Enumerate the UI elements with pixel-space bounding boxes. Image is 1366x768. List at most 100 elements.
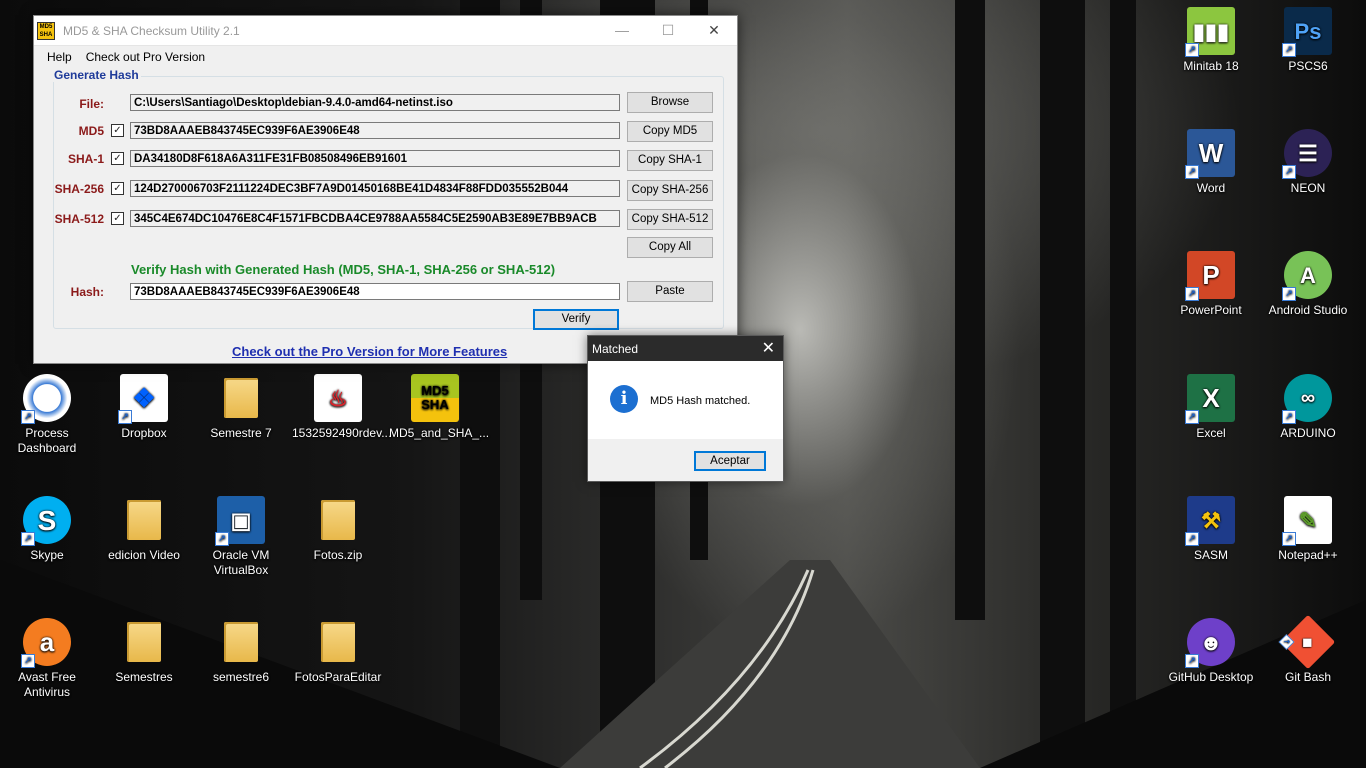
md5-hash-field[interactable]: 73BD8AAAEB843745EC939F6AE3906E48: [130, 122, 620, 139]
sha256-checkbox[interactable]: ✓: [111, 182, 124, 195]
desktop-icon-semestre6[interactable]: semestre6: [195, 618, 287, 685]
folder-icon: [314, 618, 362, 666]
desktop-icon-label: MD5_and_SHA_...: [389, 426, 490, 440]
desktop-icon-fotosparaeditar[interactable]: FotosParaEditar: [292, 618, 384, 685]
arduino-icon: ∞ ↗: [1282, 374, 1332, 424]
desktop-icon-label: Git Bash: [1284, 670, 1332, 684]
zip-folder-icon: [314, 496, 362, 544]
dropbox-icon: ❖ ↗: [118, 374, 168, 424]
desktop-icon-neon[interactable]: ☰ ↗ NEON: [1262, 129, 1354, 196]
dialog-title-bar[interactable]: Matched ✕: [588, 336, 783, 361]
android-studio-icon: A ↗: [1282, 251, 1332, 301]
desktop-icon-label: Minitab 18: [1183, 59, 1239, 73]
powerpoint-icon: P ↗: [1185, 251, 1235, 301]
desktop-icon-arduino[interactable]: ∞ ↗ ARDUINO: [1262, 374, 1354, 441]
process-dashboard-icon: ↗: [21, 374, 71, 424]
sha512-hash-field[interactable]: 345C4E674DC10476E8C4F1571FBCDBA4CE9788AA…: [130, 210, 620, 227]
desktop-icon-label: PSCS6: [1288, 59, 1328, 73]
menu-bar: Help Check out Pro Version: [34, 46, 737, 68]
desktop-icon-label: Semestres: [115, 670, 173, 684]
menu-help[interactable]: Help: [34, 50, 79, 64]
sha1-label: SHA-1: [67, 152, 104, 166]
md5-sha-checksum-window: MD5 SHA MD5 & SHA Checksum Utility 2.1 —…: [33, 15, 738, 364]
desktop-icon-label: Excel: [1196, 426, 1226, 440]
desktop-icon-dropbox[interactable]: ❖ ↗ Dropbox: [98, 374, 190, 441]
browse-button[interactable]: Browse: [627, 92, 713, 113]
copy-sha256-button[interactable]: Copy SHA-256: [627, 180, 713, 201]
desktop-icon-skype[interactable]: S ↗ Skype: [1, 496, 93, 563]
title-bar[interactable]: MD5 SHA MD5 & SHA Checksum Utility 2.1 —…: [34, 16, 737, 46]
aceptar-button[interactable]: Aceptar: [694, 451, 766, 471]
desktop-icon-fotos-zip[interactable]: Fotos.zip: [292, 496, 384, 563]
desktop-icon-label: semestre6: [212, 670, 270, 684]
folder-icon: [217, 374, 265, 422]
desktop-icon-avast[interactable]: a ↗ Avast Free Antivirus: [1, 618, 93, 700]
copy-sha512-button[interactable]: Copy SHA-512: [627, 209, 713, 230]
sasm-icon: ⚒ ↗: [1185, 496, 1235, 546]
desktop-icon-label: edicion Video: [108, 548, 180, 562]
md5-checkbox[interactable]: ✓: [111, 124, 124, 137]
desktop-icon-label: Fotos.zip: [313, 548, 363, 562]
word-icon: W ↗: [1185, 129, 1235, 179]
avast-icon: a ↗: [21, 618, 71, 668]
sha256-hash-field[interactable]: 124D270006703F2111224DEC3BF7A9D01450168B…: [130, 180, 620, 197]
desktop-icon-github-desktop[interactable]: ☻ ↗ GitHub Desktop: [1165, 618, 1257, 685]
desktop-icon-semestre-7[interactable]: Semestre 7: [195, 374, 287, 441]
desktop-icon-label: Word: [1196, 181, 1226, 195]
folder-icon: [120, 496, 168, 544]
desktop-icon-label: Notepad++: [1278, 548, 1338, 562]
pdf-icon: ♨: [314, 374, 362, 422]
desktop-icon-label: Semestre 7: [210, 426, 272, 440]
desktop-icon-word[interactable]: W ↗ Word: [1165, 129, 1257, 196]
menu-check-out-pro[interactable]: Check out Pro Version: [79, 50, 212, 64]
window-title: MD5 & SHA Checksum Utility 2.1: [63, 23, 240, 38]
desktop-icon-sasm[interactable]: ⚒ ↗ SASM: [1165, 496, 1257, 563]
verify-button[interactable]: Verify: [533, 309, 619, 330]
sha1-hash-field[interactable]: DA34180D8F618A6A311FE31FB08508496EB91601: [130, 150, 620, 167]
sha512-checkbox[interactable]: ✓: [111, 212, 124, 225]
dialog-close-button[interactable]: ✕: [762, 338, 775, 358]
minimize-button[interactable]: —: [599, 16, 645, 45]
desktop-icon-pscs6[interactable]: Ps ↗ PSCS6: [1262, 7, 1354, 74]
verify-heading: Verify Hash with Generated Hash (MD5, SH…: [131, 262, 556, 277]
desktop-icon-md5-sha[interactable]: MD5 SHA MD5_and_SHA_...: [389, 374, 490, 441]
desktop-icon-android-studio[interactable]: A ↗ Android Studio: [1262, 251, 1354, 318]
desktop-icon-powerpoint[interactable]: P ↗ PowerPoint: [1165, 251, 1257, 318]
copy-all-button[interactable]: Copy All: [627, 237, 713, 258]
desktop-icon-excel[interactable]: X ↗ Excel: [1165, 374, 1257, 441]
pro-version-link[interactable]: Check out the Pro Version for More Featu…: [232, 344, 507, 359]
desktop-icon-notepadpp[interactable]: ✎ ↗ Notepad++: [1262, 496, 1354, 563]
desktop-icon-label: Android Studio: [1268, 303, 1348, 317]
desktop-icon-label: Oracle VM VirtualBox: [212, 548, 270, 577]
folder-icon: [217, 618, 265, 666]
desktop-icon-semestres[interactable]: Semestres: [98, 618, 190, 685]
dialog-title: Matched: [592, 341, 639, 356]
copy-sha1-button[interactable]: Copy SHA-1: [627, 150, 713, 171]
copy-md5-button[interactable]: Copy MD5: [627, 121, 713, 142]
desktop-icon-label: PowerPoint: [1180, 303, 1242, 317]
verify-hash-input[interactable]: 73BD8AAAEB843745EC939F6AE3906E48: [130, 283, 620, 300]
git-bash-icon: ◆ ↗: [1278, 614, 1336, 670]
dialog-message: MD5 Hash matched.: [650, 395, 751, 407]
desktop-icon-label: FotosParaEditar: [294, 670, 382, 684]
generate-hash-title: Generate Hash: [52, 68, 141, 82]
github-desktop-icon: ☻ ↗: [1185, 618, 1235, 668]
matched-dialog: Matched ✕ i MD5 Hash matched. Aceptar: [587, 335, 784, 482]
close-button[interactable]: ✕: [691, 16, 737, 45]
desktop-icon-pdf[interactable]: ♨ 1532592490rdev...: [292, 374, 391, 441]
sha1-checkbox[interactable]: ✓: [111, 152, 124, 165]
virtualbox-icon: ▣ ↗: [215, 496, 265, 546]
maximize-button[interactable]: ☐: [645, 16, 691, 45]
desktop-icon-label: NEON: [1290, 181, 1326, 195]
desktop-icon-minitab[interactable]: ▮▮▮ ↗ Minitab 18: [1165, 7, 1257, 74]
paste-button[interactable]: Paste: [627, 281, 713, 302]
desktop-icon-git-bash[interactable]: ◆ ↗ Git Bash: [1262, 614, 1354, 685]
desktop-icon-virtualbox[interactable]: ▣ ↗ Oracle VM VirtualBox: [195, 496, 287, 578]
desktop-icon-label: SASM: [1193, 548, 1228, 562]
folder-icon: [120, 618, 168, 666]
desktop-icon-label: GitHub Desktop: [1168, 670, 1254, 684]
file-path-field[interactable]: C:\Users\Santiago\Desktop\debian-9.4.0-a…: [130, 94, 620, 111]
desktop-icon-edicion-video[interactable]: edicion Video: [98, 496, 190, 563]
desktop-icon-process-dashboard[interactable]: ↗ Process Dashboard: [1, 374, 93, 456]
eclipse-neon-icon: ☰ ↗: [1282, 129, 1332, 179]
